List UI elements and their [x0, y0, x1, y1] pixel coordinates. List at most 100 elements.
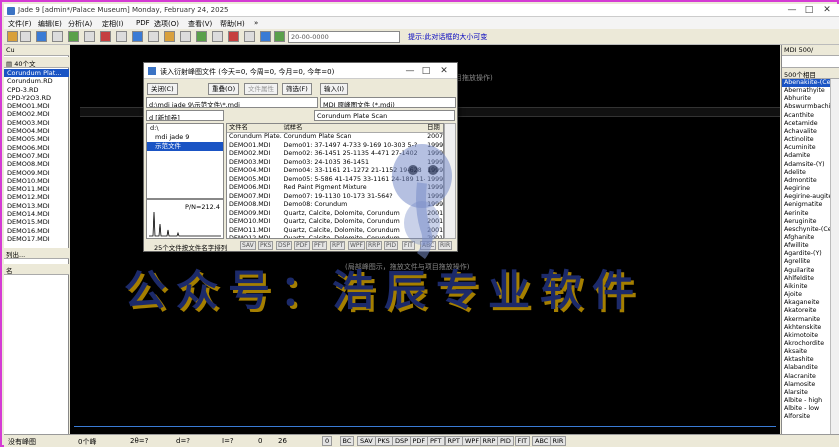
menu-help[interactable]: 帮助(H) [220, 19, 245, 29]
status-button-rpt[interactable]: RPT [444, 436, 463, 446]
settings-icon[interactable] [212, 31, 223, 42]
close-button[interactable]: ✕ [819, 5, 835, 16]
dialog-footer-button-dsp[interactable]: DSP [276, 241, 293, 250]
dialog-footer-button-wpf[interactable]: WPF [348, 241, 366, 250]
mineral-list-item[interactable]: Ajoite [782, 291, 830, 299]
dialog-footer-button-sav[interactable]: SAV [240, 241, 256, 250]
mineral-list-item[interactable]: Alabandite [782, 364, 830, 372]
info-icon[interactable] [260, 31, 271, 42]
file-list-item[interactable]: DEMO07.MDI [4, 152, 69, 160]
mineral-list-item[interactable]: Abernathyite [782, 87, 830, 95]
mineral-list-item[interactable]: Admontite [782, 177, 830, 185]
status-button-pid[interactable]: PID [497, 436, 514, 446]
dialog-footer-button-pks[interactable]: PKS [258, 241, 274, 250]
file-list-item[interactable]: DEMO03.MDI [4, 119, 69, 127]
mineral-scrollbar[interactable] [830, 79, 839, 434]
dialog-footer-button-rpt[interactable]: RPT [330, 241, 346, 250]
tree-item-jade[interactable]: mdi jade 9 [147, 133, 223, 142]
file-list-item[interactable]: DEMO13.MDI [4, 202, 69, 210]
status-button-0[interactable]: 0 [322, 436, 333, 446]
mineral-list-item[interactable]: Alacranite [782, 373, 830, 381]
list-icon[interactable] [244, 31, 255, 42]
mineral-list-item[interactable]: Afwillite [782, 242, 830, 250]
mineral-list-item[interactable]: Aksaite [782, 348, 830, 356]
file-list-item[interactable]: DEMO14.MDI [4, 210, 69, 218]
mineral-list-item[interactable]: Aegirine-augite [782, 193, 830, 201]
mineral-list-item[interactable]: Acuminite [782, 144, 830, 152]
file-list-item[interactable]: DEMO06.MDI [4, 144, 69, 152]
mineral-list-item[interactable]: Aeruginite [782, 218, 830, 226]
mineral-list-item[interactable]: Adamite [782, 152, 830, 160]
name-column-header[interactable]: 名 [4, 264, 69, 275]
mineral-list-item[interactable]: Aenigmatite [782, 201, 830, 209]
status-button-bc[interactable]: BC [339, 436, 355, 446]
mineral-list-item[interactable]: Albite - high [782, 397, 830, 405]
mark-icon[interactable] [100, 31, 111, 42]
mineral-list-item[interactable]: Aikinite [782, 283, 830, 291]
undo-icon[interactable] [52, 31, 63, 42]
status-button-pks[interactable]: PKS [374, 436, 393, 446]
file-list-item[interactable]: CPD-3.RD [4, 86, 69, 94]
file-list-item[interactable]: DEMO16.MDI [4, 227, 69, 235]
mineral-list-item[interactable]: Abswurmbachite [782, 103, 830, 111]
file-type-combo[interactable]: MDI 原峰图文件 (*.mdi) [320, 97, 456, 108]
fit-icon[interactable] [148, 31, 159, 42]
dialog-footer-button-pdf[interactable]: PDF [294, 241, 310, 250]
mineral-list-item[interactable]: Akaganeite [782, 299, 830, 307]
project-combo[interactable]: Corundum Plate Scan [314, 110, 455, 121]
menu-file[interactable]: 文件(F) [8, 19, 32, 29]
mineral-list-item[interactable]: Aegirine [782, 185, 830, 193]
menu-pdf[interactable]: PDF [136, 19, 150, 27]
file-list-item[interactable]: DEMO08.MDI [4, 160, 69, 168]
menu-analyze[interactable]: 分析(A) [68, 19, 92, 29]
path-combo[interactable]: d:\mdi jade 9\示范文件\*.mdi [146, 97, 318, 108]
status-button-sav[interactable]: SAV [357, 436, 376, 446]
mineral-list-item[interactable]: Aktashite [782, 356, 830, 364]
mineral-list-item[interactable]: Akimotoite [782, 332, 830, 340]
file-list-item[interactable]: Corundum Plat... [4, 69, 69, 78]
file-list-item[interactable]: DEMO10.MDI [4, 177, 69, 185]
mineral-list-item[interactable]: Ahlfeldite [782, 275, 830, 283]
mineral-list-item[interactable]: Acanthite [782, 112, 830, 120]
dialog-footer-button-rrp[interactable]: RRP [366, 241, 382, 250]
table-icon[interactable] [180, 31, 191, 42]
mineral-list-item[interactable]: Akhtenskite [782, 324, 830, 332]
mineral-list-item[interactable]: Aeschynite-(Ce) [782, 226, 830, 234]
file-properties-button[interactable]: 文件属性 [244, 83, 278, 95]
mineral-list-item[interactable]: Alarsite [782, 389, 830, 397]
close-dialog-button[interactable]: 关闭(C) [147, 83, 178, 95]
tree-item-demo[interactable]: 示范文件 [147, 142, 223, 151]
mineral-list-item[interactable]: Agardite-(Y) [782, 250, 830, 258]
file-list-item[interactable]: DEMO12.MDI [4, 193, 69, 201]
status-button-pft[interactable]: PFT [427, 436, 445, 446]
stop-icon[interactable] [228, 31, 239, 42]
filter-button[interactable]: 筛选(F) [282, 83, 312, 95]
file-list-item[interactable]: DEMO15.MDI [4, 218, 69, 226]
dialog-minimize-button[interactable]: — [402, 66, 418, 77]
col-filename[interactable]: 文件名 [227, 124, 282, 132]
minimize-button[interactable]: — [784, 5, 800, 16]
menu-identify[interactable]: 定相(I) [102, 19, 124, 29]
file-list-item[interactable]: DEMO09.MDI [4, 169, 69, 177]
status-button-pdf[interactable]: PDF [409, 436, 429, 446]
mineral-list-item[interactable]: Abenakiite-(Ce) [782, 79, 830, 88]
mineral-list-item[interactable]: Akatoreite [782, 307, 830, 315]
maximize-button[interactable]: □ [801, 5, 817, 16]
mineral-list-item[interactable]: Aguilarite [782, 267, 830, 275]
print-icon[interactable] [36, 31, 47, 42]
mineral-list-item[interactable]: Aerinite [782, 210, 830, 218]
pdf-number-input[interactable]: 20-00-0000 [288, 31, 400, 43]
status-button-fit[interactable]: FIT [514, 436, 531, 446]
dialog-footer-button-pft[interactable]: PFT [312, 241, 327, 250]
peak-icon[interactable] [68, 31, 79, 42]
mineral-list-item[interactable]: Albite - low [782, 405, 830, 413]
save-icon[interactable] [20, 31, 31, 42]
menu-edit[interactable]: 编辑(E) [38, 19, 62, 29]
file-list-item[interactable]: Corundum.RD [4, 77, 69, 85]
file-list-item[interactable]: DEMO02.MDI [4, 110, 69, 118]
mineral-list-item[interactable]: Akermanite [782, 316, 830, 324]
mineral-list-item[interactable]: Alamosite [782, 381, 830, 389]
mineral-list-item[interactable]: Akrochordite [782, 340, 830, 348]
file-list-item[interactable]: CPD-Y2O3.RD [4, 94, 69, 102]
file-list-item[interactable]: DEMO04.MDI [4, 127, 69, 135]
